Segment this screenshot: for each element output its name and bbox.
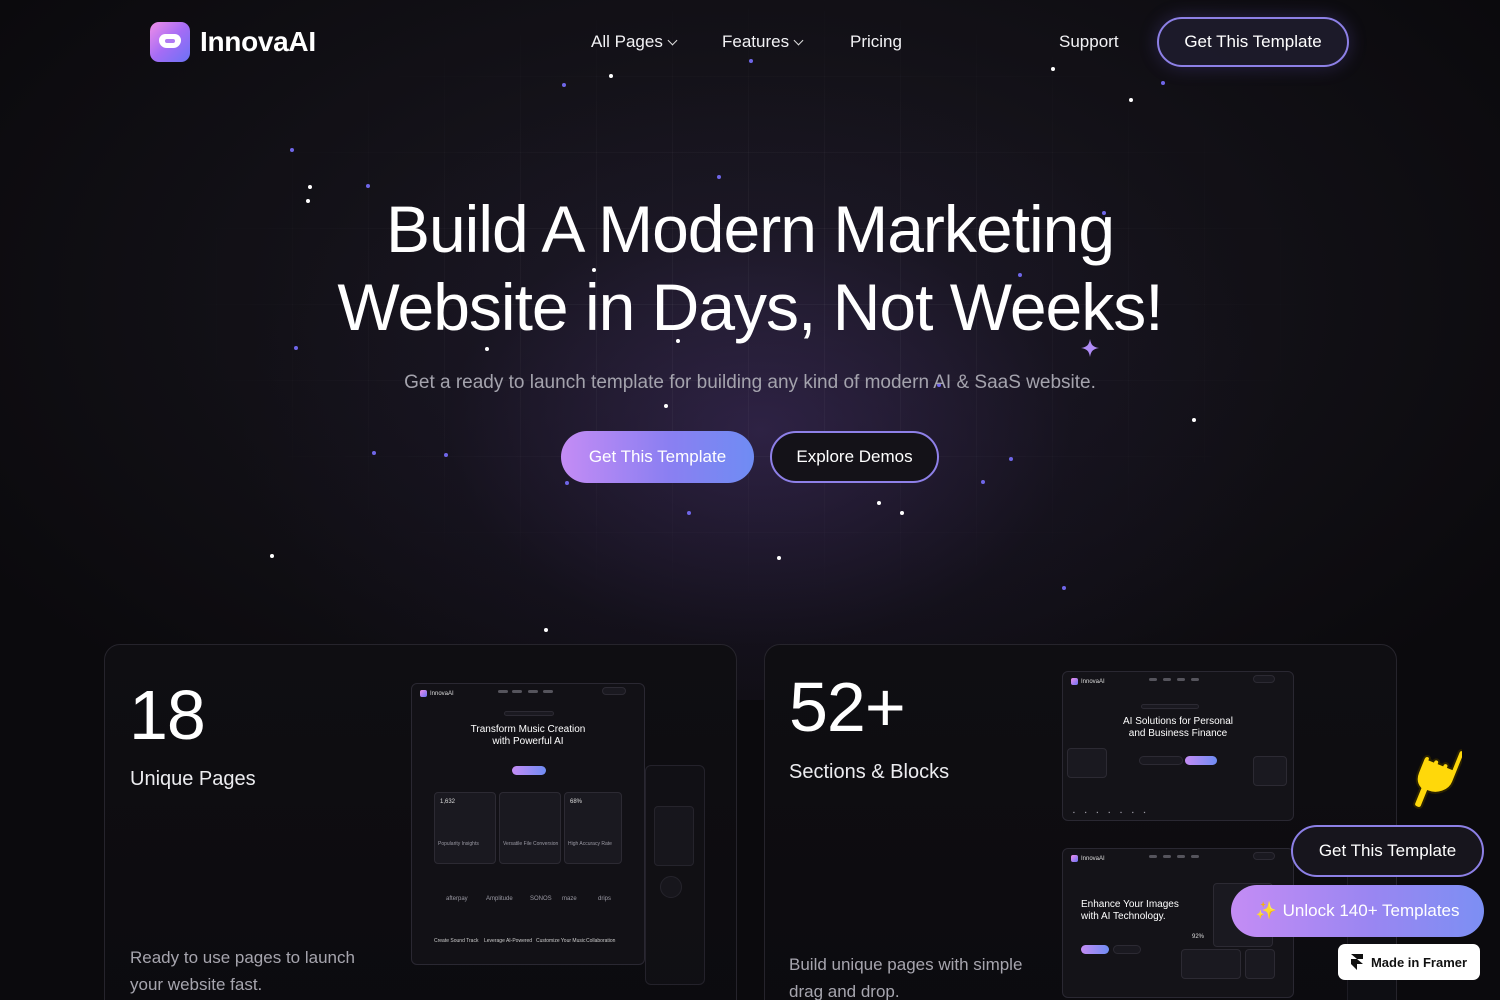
preview-bottom-2: Leverage AI-Powered xyxy=(484,938,533,944)
preview-bottom-1: Create Sound Track xyxy=(434,938,479,944)
brand-logo-icon xyxy=(150,22,190,62)
preview-bottom-3: Customize Your Music xyxy=(536,938,586,944)
brand-name: InnovaAI xyxy=(200,26,316,57)
brand-logo[interactable]: InnovaAI xyxy=(150,22,316,62)
hero-title: Build A Modern Marketing Website in Days… xyxy=(250,190,1250,346)
preview-title-1: AI Solutions for Personal xyxy=(1122,716,1234,727)
stat-description: Ready to use pages to launch your websit… xyxy=(130,948,355,994)
preview-feature-2: Versatile File Conversion xyxy=(503,841,559,847)
top-nav: InnovaAI All Pages Features Pricing Supp… xyxy=(0,0,1500,84)
hero-subtitle: Get a ready to launch template for build… xyxy=(404,372,1096,393)
preview-title-2: with AI Technology. xyxy=(1081,911,1166,922)
stat-label: Sections & Blocks xyxy=(789,761,950,783)
preview-brand: InnovaAI xyxy=(1081,678,1105,685)
preview-bottom-4: Collaboration xyxy=(586,938,616,944)
hero-title-line2: Website in Days, Not Weeks! xyxy=(337,270,1163,344)
preview-title-2: with Powerful AI xyxy=(492,736,564,747)
floating-get-template-button[interactable]: Get This Template xyxy=(1291,825,1484,877)
preview-title-1: Enhance Your Images xyxy=(1081,899,1179,910)
explore-demos-button[interactable]: Explore Demos xyxy=(770,431,939,483)
preview-title-2: and Business Finance xyxy=(1128,728,1228,739)
unlock-templates-button[interactable]: ✨ Unlock 140+ Templates xyxy=(1231,885,1484,937)
stat-description: Build unique pages with simple drag and … xyxy=(789,955,1023,1000)
nav-item-label: Pricing xyxy=(850,32,902,51)
hero-title-line1: Build A Modern Marketing xyxy=(385,192,1115,266)
stat-number: 18 xyxy=(129,676,206,754)
nav-item-label: All Pages xyxy=(591,32,663,51)
preview-logo-3: SONOS xyxy=(530,896,552,902)
stat-card-sections: 52+ Sections & Blocks Build unique pages… xyxy=(764,644,1397,1000)
nav-item-pricing[interactable]: Pricing xyxy=(850,32,902,52)
chevron-down-icon xyxy=(667,35,678,45)
sparkles-icon: ✨ xyxy=(1255,901,1277,920)
preview-title-1: Transform Music Creation xyxy=(470,724,586,735)
stat-card-pages: 18 Unique Pages Ready to use pages to la… xyxy=(104,644,737,1000)
preview-feature-3: High Accuracy Rate xyxy=(568,841,612,847)
stat-number: 52+ xyxy=(789,668,906,746)
pointing-hand-icon xyxy=(1413,749,1462,809)
preview-logo-5: drips xyxy=(598,896,612,902)
preview-screenshot-back xyxy=(645,765,705,985)
unlock-label: Unlock 140+ Templates xyxy=(1282,901,1460,920)
nav-item-label: Support xyxy=(1059,32,1119,51)
preview-screenshot-finance: InnovaAI AI Solutions for Personal and B… xyxy=(1062,671,1294,821)
made-in-framer-badge[interactable]: Made in Framer xyxy=(1338,944,1480,980)
hero-get-template-button[interactable]: Get This Template xyxy=(561,431,754,483)
nav-get-template-button[interactable]: Get This Template xyxy=(1157,17,1349,67)
made-in-framer-label: Made in Framer xyxy=(1370,954,1468,970)
nav-item-all-pages[interactable]: All Pages xyxy=(591,32,678,52)
preview-brand: InnovaAI xyxy=(430,690,454,697)
preview-logo-2: Amplitude xyxy=(486,896,513,902)
nav-item-label: Features xyxy=(722,32,790,51)
preview-feature-1: Popularity Insights xyxy=(438,841,479,847)
framer-logo-icon xyxy=(1350,954,1363,970)
preview-logo-1: afterpay xyxy=(446,896,468,902)
hero-glow xyxy=(0,0,1500,700)
stat-label: Unique Pages xyxy=(130,768,256,790)
sparkle-icon xyxy=(1081,339,1099,357)
preview-screenshot-music: InnovaAI Transform Music Creation with P… xyxy=(411,683,645,965)
preview-logo-4: maze xyxy=(562,896,577,902)
nav-item-features[interactable]: Features xyxy=(722,32,804,52)
preview-brand: InnovaAI xyxy=(1081,855,1105,862)
chevron-down-icon xyxy=(793,35,804,45)
nav-item-support[interactable]: Support xyxy=(1059,32,1119,52)
preview-stat-1: 1,632 xyxy=(440,799,456,805)
preview-stat: 92% xyxy=(1192,934,1205,940)
preview-stat-2: 68% xyxy=(570,799,583,805)
